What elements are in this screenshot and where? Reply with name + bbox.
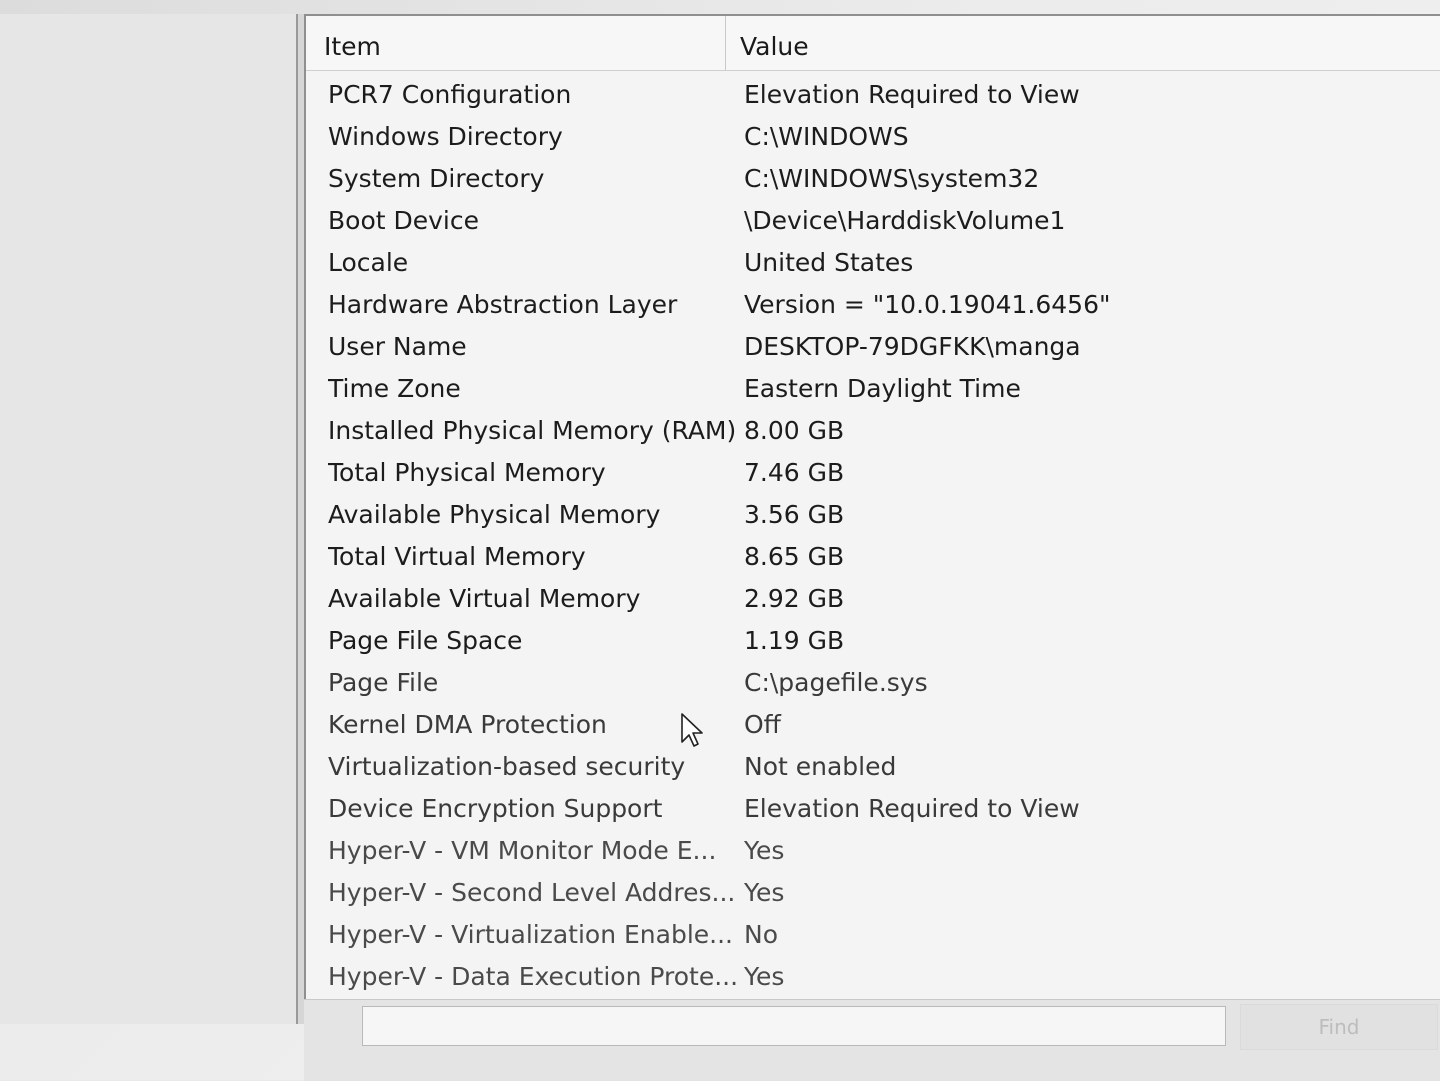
row-item: Locale [328, 248, 409, 277]
row-value: United States [744, 248, 914, 277]
row-value: No [744, 920, 778, 949]
table-row[interactable]: Time Zone Eastern Daylight Time [306, 368, 1440, 410]
column-header-value[interactable]: Value [726, 16, 1326, 70]
row-item: Hyper-V - Second Level Addres... [328, 878, 736, 907]
row-item: Installed Physical Memory (RAM) [328, 416, 737, 445]
row-item: Available Virtual Memory [328, 584, 641, 613]
row-value: Yes [744, 836, 785, 865]
table-row[interactable]: Locale United States [306, 242, 1440, 284]
mouse-pointer-icon [681, 713, 703, 747]
row-item: User Name [328, 332, 467, 361]
row-value: Yes [744, 878, 785, 907]
row-value: C:\WINDOWS [744, 122, 909, 151]
table-row[interactable]: Total Physical Memory 7.46 GB [306, 452, 1440, 494]
row-value: C:\WINDOWS\system32 [744, 164, 1040, 193]
table-row[interactable]: Hyper-V - VM Monitor Mode E... Yes [306, 830, 1440, 872]
table-row[interactable]: Available Virtual Memory 2.92 GB [306, 578, 1440, 620]
table-row[interactable]: Windows Directory C:\WINDOWS [306, 116, 1440, 158]
table-row[interactable]: Page File Space 1.19 GB [306, 620, 1440, 662]
row-value: 8.00 GB [744, 416, 845, 445]
system-information-window: Item Value PCR7 Configuration Elevation R… [0, 0, 1440, 1081]
row-value: Version = "10.0.19041.6456" [744, 290, 1111, 319]
row-value: DESKTOP-79DGFKK\manga [744, 332, 1081, 361]
table-row[interactable]: Total Virtual Memory 8.65 GB [306, 536, 1440, 578]
list-rows: PCR7 Configuration Elevation Required to … [306, 74, 1440, 998]
table-row[interactable]: PCR7 Configuration Elevation Required to … [306, 74, 1440, 116]
row-value: 1.19 GB [744, 626, 845, 655]
row-item: Virtualization-based security [328, 752, 686, 781]
row-value: Eastern Daylight Time [744, 374, 1021, 403]
table-row[interactable]: Hyper-V - Data Execution Prote... Yes [306, 956, 1440, 998]
row-value: Not enabled [744, 752, 897, 781]
table-row[interactable]: System Directory C:\WINDOWS\system32 [306, 158, 1440, 200]
table-row[interactable]: Kernel DMA Protection Off [306, 704, 1440, 746]
find-button[interactable]: Find [1240, 1004, 1438, 1050]
row-item: Hyper-V - VM Monitor Mode E... [328, 836, 717, 865]
table-row[interactable]: Device Encryption Support Elevation Requi… [306, 788, 1440, 830]
row-item: System Directory [328, 164, 545, 193]
row-item: Hyper-V - Data Execution Prote... [328, 962, 739, 991]
find-what-input[interactable] [362, 1006, 1226, 1046]
table-row[interactable]: Hyper-V - Second Level Addres... Yes [306, 872, 1440, 914]
column-header-item[interactable]: Item [306, 16, 726, 70]
row-value: Off [744, 710, 781, 739]
row-item: PCR7 Configuration [328, 80, 572, 109]
table-row[interactable]: Boot Device \Device\HarddiskVolume1 [306, 200, 1440, 242]
details-list-view[interactable]: Item Value PCR7 Configuration Elevation R… [304, 14, 1440, 1001]
row-item: Windows Directory [328, 122, 563, 151]
table-row[interactable]: Hardware Abstraction Layer Version = "10.… [306, 284, 1440, 326]
row-value: C:\pagefile.sys [744, 668, 928, 697]
row-value: Yes [744, 962, 785, 991]
category-tree-pane[interactable] [0, 14, 298, 1024]
table-row[interactable]: Page File C:\pagefile.sys [306, 662, 1440, 704]
row-item: Available Physical Memory [328, 500, 661, 529]
row-value: 8.65 GB [744, 542, 845, 571]
row-value: Elevation Required to View [744, 794, 1080, 823]
row-item: Page File [328, 668, 439, 697]
table-row[interactable]: Installed Physical Memory (RAM) 8.00 GB [306, 410, 1440, 452]
row-item: Hardware Abstraction Layer [328, 290, 678, 319]
row-item: Total Physical Memory [328, 458, 606, 487]
row-value: 3.56 GB [744, 500, 845, 529]
row-value: Elevation Required to View [744, 80, 1080, 109]
table-row[interactable]: Available Physical Memory 3.56 GB [306, 494, 1440, 536]
row-item: Device Encryption Support [328, 794, 663, 823]
find-bar: Find [304, 999, 1440, 1081]
row-item: Boot Device [328, 206, 479, 235]
table-row[interactable]: Virtualization-based security Not enabled [306, 746, 1440, 788]
table-row[interactable]: Hyper-V - Virtualization Enable... No [306, 914, 1440, 956]
row-item: Hyper-V - Virtualization Enable... [328, 920, 734, 949]
row-item: Page File Space [328, 626, 523, 655]
row-value: \Device\HarddiskVolume1 [744, 206, 1066, 235]
row-item: Total Virtual Memory [328, 542, 586, 571]
row-value: 7.46 GB [744, 458, 845, 487]
row-value: 2.92 GB [744, 584, 845, 613]
row-item: Time Zone [328, 374, 461, 403]
table-row[interactable]: User Name DESKTOP-79DGFKK\manga [306, 326, 1440, 368]
list-header: Item Value [306, 16, 1440, 71]
